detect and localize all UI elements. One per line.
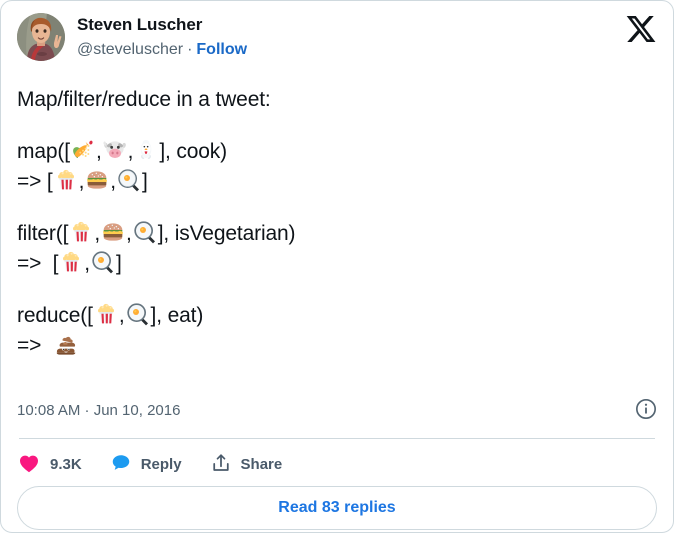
info-circle-icon[interactable] xyxy=(635,398,657,425)
handle-row: @steveluscher · Follow xyxy=(77,39,247,61)
fried-egg-icon xyxy=(133,220,157,244)
action-bar: 9.3K Reply Share xyxy=(17,451,282,479)
tweet-text: Map/filter/reduce in a tweet: map([,, ], … xyxy=(17,85,657,361)
timestamp: 10:08 AM · Jun 10, 2016 xyxy=(17,402,181,419)
map-call-suffix: ], cook) xyxy=(159,140,227,163)
comma-2: , xyxy=(127,140,134,163)
tweet-block-map: map([,, ], cook) => [,,] xyxy=(17,137,657,197)
fried-egg-icon xyxy=(117,168,141,192)
hamburger-icon xyxy=(85,168,109,192)
comma-3: , xyxy=(78,170,85,193)
tweet-line-intro: Map/filter/reduce in a tweet: xyxy=(17,88,271,111)
user-handle: @steveluscher xyxy=(77,41,184,58)
map-call-line: map([,, ], cook) xyxy=(17,137,657,167)
reduce-call-prefix: reduce([ xyxy=(17,304,93,327)
like-button[interactable]: 9.3K xyxy=(17,451,82,480)
reply-button[interactable]: Reply xyxy=(110,452,182,479)
hamburger-icon xyxy=(101,220,125,244)
reply-label: Reply xyxy=(140,456,182,473)
fried-egg-icon xyxy=(126,302,150,326)
reduce-arrow: => xyxy=(17,334,42,357)
share-label: Share xyxy=(240,456,283,473)
info-circle-glyph xyxy=(636,398,656,419)
identity-block: Steven Luscher @steveluscher · Follow xyxy=(77,13,247,61)
speech-bubble-glyph xyxy=(112,454,129,470)
cow-face-icon xyxy=(103,138,127,162)
corn-icon xyxy=(71,138,95,162)
x-logo-glyph xyxy=(626,16,656,42)
map-arrow: => xyxy=(17,170,42,193)
popcorn-icon xyxy=(69,220,93,244)
pile-of-poo-icon xyxy=(54,332,78,356)
popcorn-icon xyxy=(54,168,78,192)
chicken-icon xyxy=(134,138,158,162)
filter-call-line: filter([,, ], isVegetarian) xyxy=(17,219,657,249)
follow-button[interactable]: Follow xyxy=(196,41,247,58)
map-result-open: [ xyxy=(46,170,53,193)
reduce-call-line: reduce([, ], eat) xyxy=(17,301,657,331)
tweet-header: Steven Luscher @steveluscher · Follow xyxy=(17,13,657,75)
filter-call-prefix: filter([ xyxy=(17,222,69,245)
like-count: 9.3K xyxy=(50,456,82,473)
comma-6: , xyxy=(126,222,132,245)
share-glyph xyxy=(212,453,229,471)
reduce-call-suffix: ], eat) xyxy=(150,304,204,327)
tweet-block-reduce: reduce([, ], eat) => xyxy=(17,301,657,361)
avatar[interactable] xyxy=(17,13,65,61)
map-call-prefix: map([ xyxy=(17,140,70,163)
comma-1: , xyxy=(95,140,102,163)
share-icon xyxy=(210,452,232,479)
filter-arrow: => xyxy=(17,252,42,275)
filter-result-close: ] xyxy=(115,252,122,275)
tweet-block-filter: filter([,, ], isVegetarian) => [,] xyxy=(17,219,657,279)
popcorn-icon xyxy=(94,302,118,326)
filter-result-line: => [,] xyxy=(17,249,657,279)
tweet-card: Steven Luscher @steveluscher · Follow Map/… xyxy=(0,0,674,533)
map-result-line: => [,,] xyxy=(17,167,657,197)
reduce-result-line: => xyxy=(17,331,657,361)
share-button[interactable]: Share xyxy=(210,452,283,479)
filter-result-open: [ xyxy=(52,252,59,275)
meta-divider xyxy=(19,438,655,439)
comma-7: , xyxy=(84,252,90,275)
separator-dot: · xyxy=(187,41,193,58)
heart-glyph xyxy=(20,455,38,472)
comma-5: , xyxy=(94,222,100,245)
tweet-meta: 10:08 AM · Jun 10, 2016 xyxy=(17,398,657,425)
display-name: Steven Luscher xyxy=(77,15,203,34)
avatar-illustration xyxy=(17,13,65,61)
heart-icon xyxy=(17,451,41,480)
speech-bubble-icon xyxy=(110,452,132,479)
filter-call-suffix: ], isVegetarian) xyxy=(157,222,296,245)
read-replies-button[interactable]: Read 83 replies xyxy=(17,486,657,530)
comma-8: , xyxy=(118,304,125,327)
comma-4: , xyxy=(110,170,116,193)
map-result-close: ] xyxy=(141,170,148,193)
popcorn-icon xyxy=(59,250,83,274)
fried-egg-icon xyxy=(91,250,115,274)
x-logo-icon[interactable] xyxy=(625,13,657,45)
